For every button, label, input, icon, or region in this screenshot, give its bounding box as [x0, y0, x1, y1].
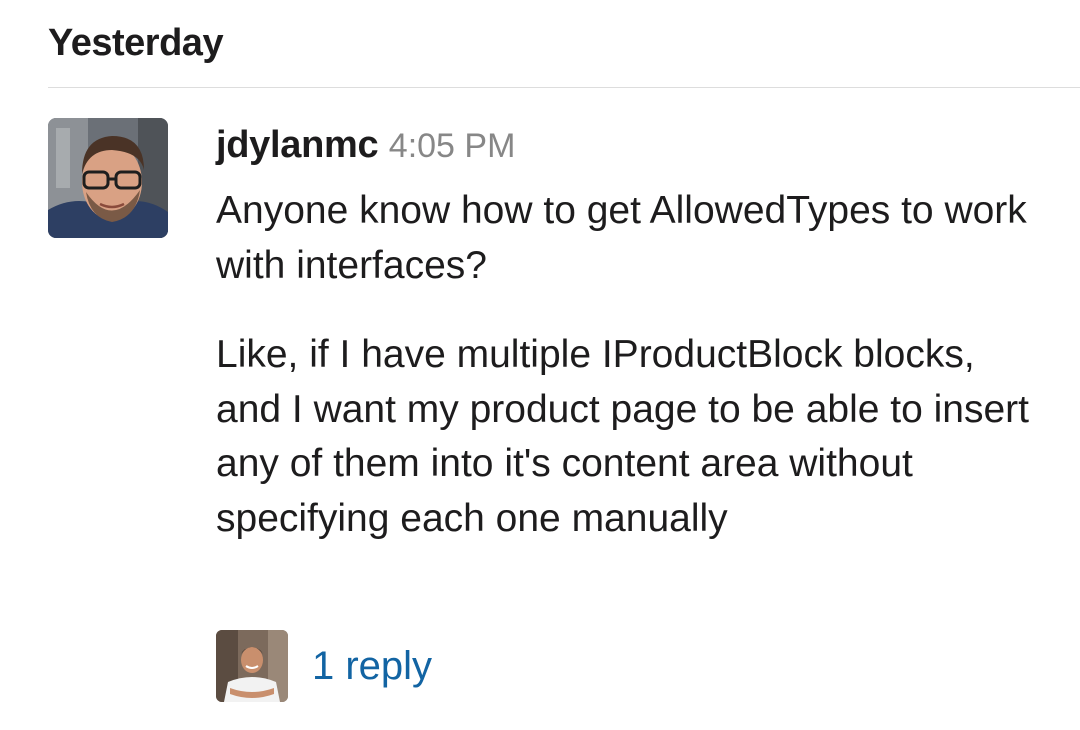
user-avatar-photo-icon [48, 118, 168, 238]
message-author[interactable]: jdylanmc [216, 124, 379, 166]
message-paragraph: Anyone know how to get AllowedTypes to w… [216, 189, 1027, 287]
message-timestamp[interactable]: 4:05 PM [389, 127, 516, 165]
message-paragraph: Like, if I have multiple IProductBlock b… [216, 333, 1030, 540]
reply-count-link[interactable]: 1 reply [312, 644, 432, 689]
replier-avatar [216, 630, 288, 702]
author-avatar[interactable] [48, 118, 168, 238]
message-body: Anyone know how to get AllowedTypes to w… [216, 184, 1046, 546]
day-divider-label: Yesterday [48, 22, 224, 64]
message-pane: Yesterday jdylanmc 4:05 PM Anyone know h… [0, 0, 1080, 730]
message-header: jdylanmc 4:05 PM [216, 124, 515, 174]
day-divider-line [48, 87, 1080, 88]
thread-replies-button[interactable]: 1 reply [216, 630, 432, 702]
replier-avatar-photo-icon [216, 630, 288, 702]
